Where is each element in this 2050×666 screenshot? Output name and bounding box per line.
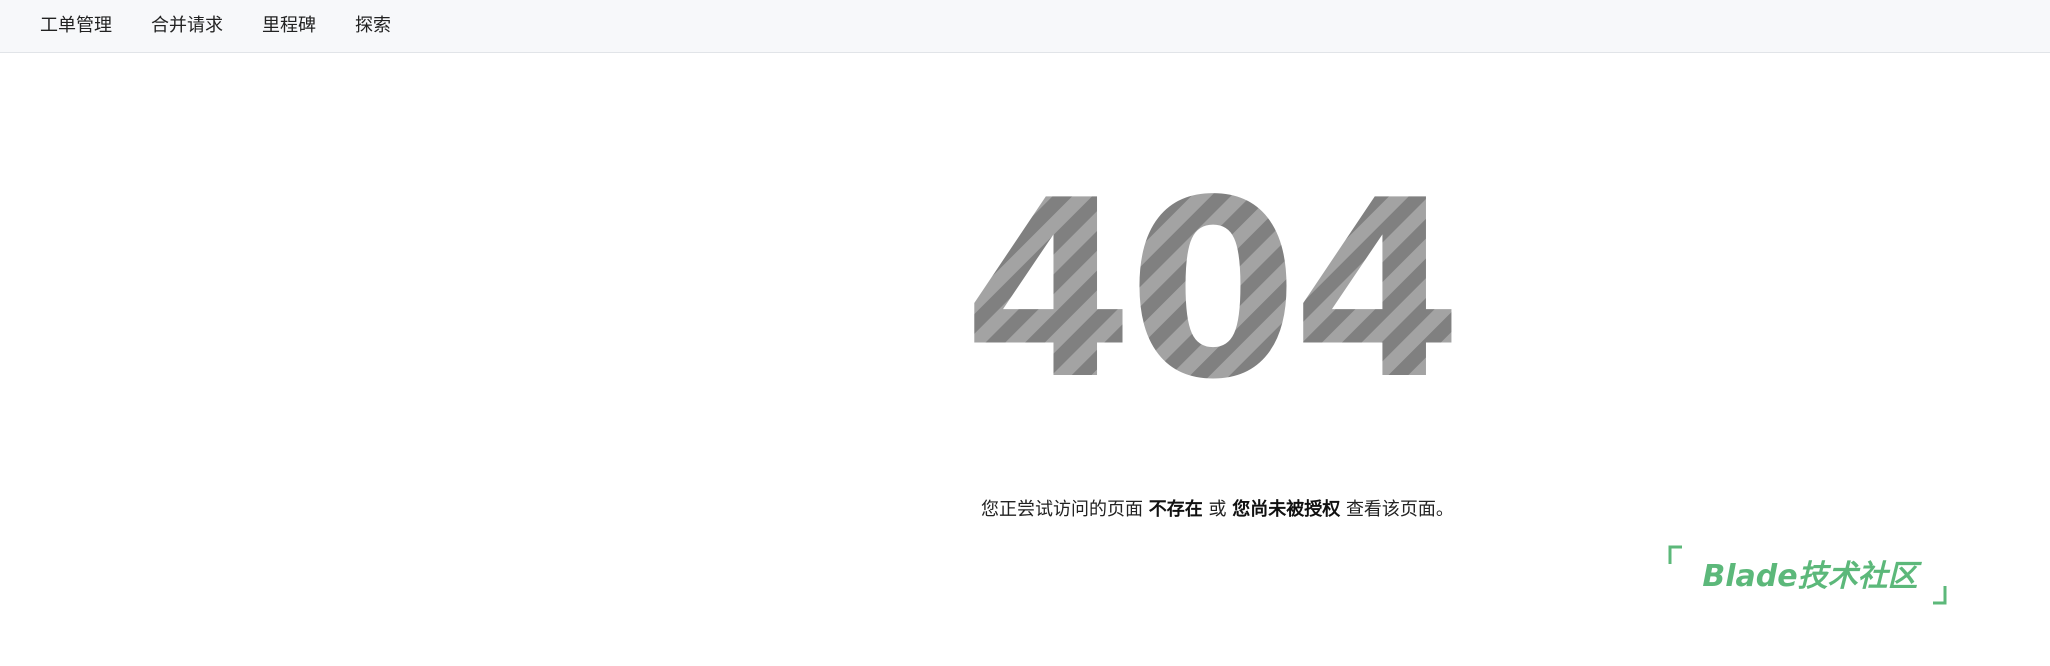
message-unauthorized: 您尚未被授权 [1232, 499, 1341, 520]
logo-svg: Blade技术社区 [1668, 545, 1947, 605]
nav-item-explore[interactable]: 探索 [355, 17, 391, 35]
message-prefix: 您正尝试访问的页面 [981, 499, 1143, 520]
error-code-graphic: 404 [960, 170, 1460, 400]
logo-bracket-top-left [1668, 545, 1682, 564]
error-code-text: 404 [963, 170, 1456, 400]
nav-item-pull-requests[interactable]: 合并请求 [151, 17, 223, 35]
message-or: 或 [1208, 499, 1227, 520]
message-not-exist: 不存在 [1148, 499, 1203, 520]
error-code-svg: 404 [963, 170, 1460, 400]
nav-item-issues[interactable]: 工单管理 [40, 17, 112, 35]
error-message: 您正尝试访问的页面 不存在 或 您尚未被授权 查看该页面。 [981, 498, 1454, 522]
message-suffix: 查看该页面。 [1345, 499, 1454, 520]
top-navigation-bar: 工单管理 合并请求 里程碑 探索 [0, 0, 2050, 53]
community-logo: Blade技术社区 [1660, 540, 1970, 610]
nav-item-milestones[interactable]: 里程碑 [262, 17, 316, 35]
logo-text: Blade技术社区 [1702, 559, 1922, 594]
logo-bracket-bottom-right [1933, 586, 1947, 605]
